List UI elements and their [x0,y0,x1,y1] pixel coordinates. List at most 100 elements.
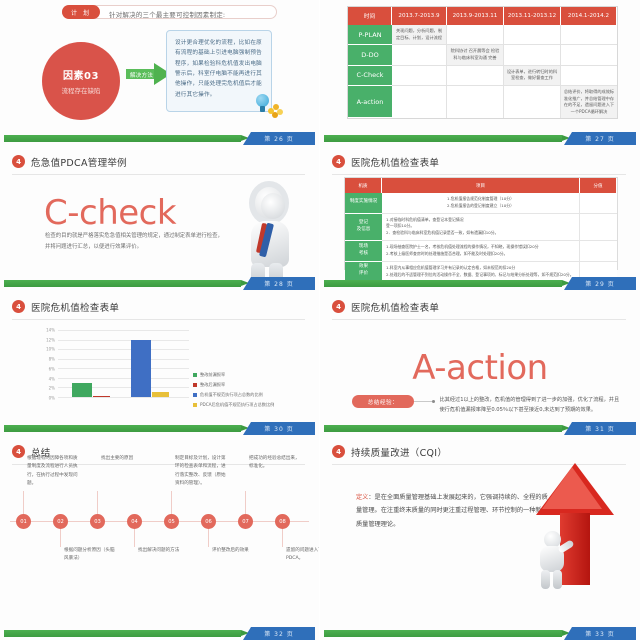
table-row-header: 制度实施情况 [345,193,382,214]
connector-line [414,401,433,402]
table-row-header: D-DO [348,45,392,66]
table-cell [447,65,504,86]
slide-29-header: 4 医院危机值检查表单 [320,153,640,175]
slide-30-body: 4 医院危机值检查表单 14% 12% 10% 8% 6% 4% 2% 0% 整改前漏报率 整改… [0,290,319,421]
chart-bar [152,392,170,397]
table-header-cell: 机质 [345,178,382,193]
slide-33-footer: 第 33 页 [320,626,640,640]
timeline-node[interactable]: 06 [201,514,216,529]
chart-legend: 整改前漏报率 整改后漏报率 危机值不规范执行项占总数的比例 PDCA后危机值不规范执行… [193,372,305,412]
bar-chart: 14% 12% 10% 8% 6% 4% 2% 0% 整改前漏报率 整改后漏报率 危机值不规范执行… [20,324,307,413]
timeline-node[interactable]: 01 [16,514,31,529]
table-cell: 院科协讨 召开晨等会 检验科与临床科室沟通 完善 [447,45,504,66]
timeline-label: 评价整改后的效果 [212,548,249,553]
pdca-schedule-table: 时间 2013.7-2013.9 2013.9-2013.11 2013.11-… [347,6,618,119]
chart-legend-item: PDCA后危机值不规范执行项占总数比例 [193,402,305,407]
stage-word-c-check: C-check [44,193,177,233]
footer-green-bar [4,630,249,637]
timeline-node[interactable]: 02 [53,514,68,529]
slide-27-body: 时间 2013.7-2013.9 2013.9-2013.11 2013.11-… [320,0,640,131]
legend-swatch-icon [193,382,197,387]
slide-30-header: 4 医院危机值检查表单 [0,298,319,320]
chart-gridline: 8% [49,357,189,362]
timeline-label: 找出主要的原因 [101,456,134,461]
slide-thumbnail-29[interactable]: 4 医院危机值检查表单 机质 项目 分值 制度实施情况 1.危机值报告规范化制度… [320,145,640,290]
legend-label: 危机值不规范执行项占总数的比例 [200,391,263,397]
timeline-node[interactable]: 03 [90,514,105,529]
slide-31-body: 4 医院危机值检查表单 A-action 总结经验： 比其经过1以上的整改，危机… [320,290,640,421]
chart-y-tick-label: 6% [48,366,55,372]
footer-green-bar [324,280,570,287]
page-number-badge: 第 29 页 [564,277,636,290]
page-number-badge: 第 28 页 [243,277,315,290]
slide-thumbnail-33[interactable]: 4 持续质量改进（CQI） 定义：是在全面质量管理基础上发展起来的，它强调持续的… [320,435,640,640]
legend-label: PDCA后危机值不规范执行项占总数比例 [200,401,275,407]
footer-green-bar [4,280,249,287]
factor-circle-subtitle: 流程存在缺陷 [61,87,101,95]
timeline-node[interactable]: 08 [275,514,290,529]
table-cell [580,213,617,242]
table-header-cell: 2013.9-2013.11 [447,7,504,25]
red-up-arrow-icon [536,463,614,591]
footer-green-bar [324,135,570,142]
table-header-cell: 时间 [348,7,392,25]
legend-swatch-icon [193,402,197,407]
table-cell [447,25,504,46]
timeline-node[interactable]: 07 [238,514,253,529]
3d-person-illustration [233,177,309,285]
table-cell [580,193,617,214]
chart-y-tick-label: 4% [48,376,55,382]
section-number-badge: 4 [332,155,345,168]
legend-label: 整改前漏报率 [200,372,226,377]
chart-plot-area: 14% 12% 10% 8% 6% 4% 2% 0% [46,328,189,401]
chart-gridline: 14% [46,328,189,333]
table-cell: 总结评价，将取得的成效标准化推广，并总结管理中存在的不足，遗留问题进入下一个PD… [561,86,617,118]
timeline-stem [23,491,24,514]
slide-thumbnail-28[interactable]: 4 危急值PDCA管理举例 C-check 检查的目的就是严格落实危急值相关管理… [0,145,320,290]
timeline-stem [245,491,246,514]
title-divider [12,319,305,320]
slide-thumbnail-27[interactable]: 时间 2013.7-2013.9 2013.9-2013.11 2013.11-… [320,0,640,145]
slide-33-body: 4 持续质量改进（CQI） 定义：是在全面质量管理基础上发展起来的，它强调持续的… [320,435,640,626]
chart-y-tick-label: 14% [46,327,55,333]
slide-30-footer: 第 30 页 [0,421,319,435]
slide-27-footer: 第 27 页 [320,131,640,145]
table-cell [504,45,561,66]
slide-26-body: 计 划 针对解决的三个最主要可控制因素制定: 因素03 流程存在缺陷 解决方法 … [0,0,319,131]
slide-31-footer: 第 31 页 [320,421,640,435]
3d-person-pushing-illustration [532,531,575,589]
slide-thumbnail-30[interactable]: 4 医院危机值检查表单 14% 12% 10% 8% 6% 4% 2% 0% 整改前漏报率 整改… [0,290,320,435]
table-row-header: A-action [348,86,392,118]
page-number-badge: 第 30 页 [243,422,315,435]
chart-y-tick-label: 10% [46,346,55,352]
timeline-node[interactable]: 04 [127,514,142,529]
solution-arrow-label: 解决方法 [130,73,154,79]
timeline-node[interactable]: 05 [164,514,179,529]
title-divider [332,174,626,175]
table-cell [392,65,447,86]
timeline-stem [171,491,172,514]
slide-thumbnail-31[interactable]: 4 医院危机值检查表单 A-action 总结经验： 比其经过1以上的整改，危机… [320,290,640,435]
cqi-definition: 定义：是在全面质量管理基础上发展起来的，它强调持续的、全程的质量管理。在注重终末… [356,491,548,531]
timeline-stem [282,529,283,547]
solution-textbox-text: 设计更合理优化的流程，比如在原有流程的基础上引进电脑强制预告程序，如果检验科危机… [175,40,262,98]
slide-thumbnail-32[interactable]: 4 总结 01 根据现有的因障各项和质量制度及流程进行人员执行，在执行过程中发现问… [0,435,320,640]
hospital-checklist-table: 机质 项目 分值 制度实施情况 1.危机值报告规范化制度管理（10分） 2.危机… [344,177,618,282]
plan-banner-label: 计 划 [62,5,100,19]
factor-circle-title: 因素03 [63,71,99,82]
table-header-cell: 2013.7-2013.9 [392,7,447,25]
plan-banner: 计 划 针对解决的三个最主要可控制因素制定: [62,5,277,19]
table-header-cell: 2014.1-2014.2 [561,7,617,25]
stage-word-a-action: A-action [412,348,548,388]
timeline-label: 找出解决问题的方法 [138,548,180,553]
chart-gridline: 12% [46,337,189,342]
slide-thumbnail-26[interactable]: 计 划 针对解决的三个最主要可控制因素制定: 因素03 流程存在缺陷 解决方法 … [0,0,320,145]
slide-32-footer: 第 32 页 [0,626,319,640]
chart-gridline: 6% [49,366,189,371]
table-cell [447,86,504,118]
chart-bar [72,382,93,397]
table-cell [504,86,561,118]
chart-y-tick-label: 2% [48,385,55,391]
table-cell [392,86,447,118]
table-cell: 1.危机值报告规范化制度管理（10分） 2.危机值报告的登记制度建立（10分） [382,193,580,214]
